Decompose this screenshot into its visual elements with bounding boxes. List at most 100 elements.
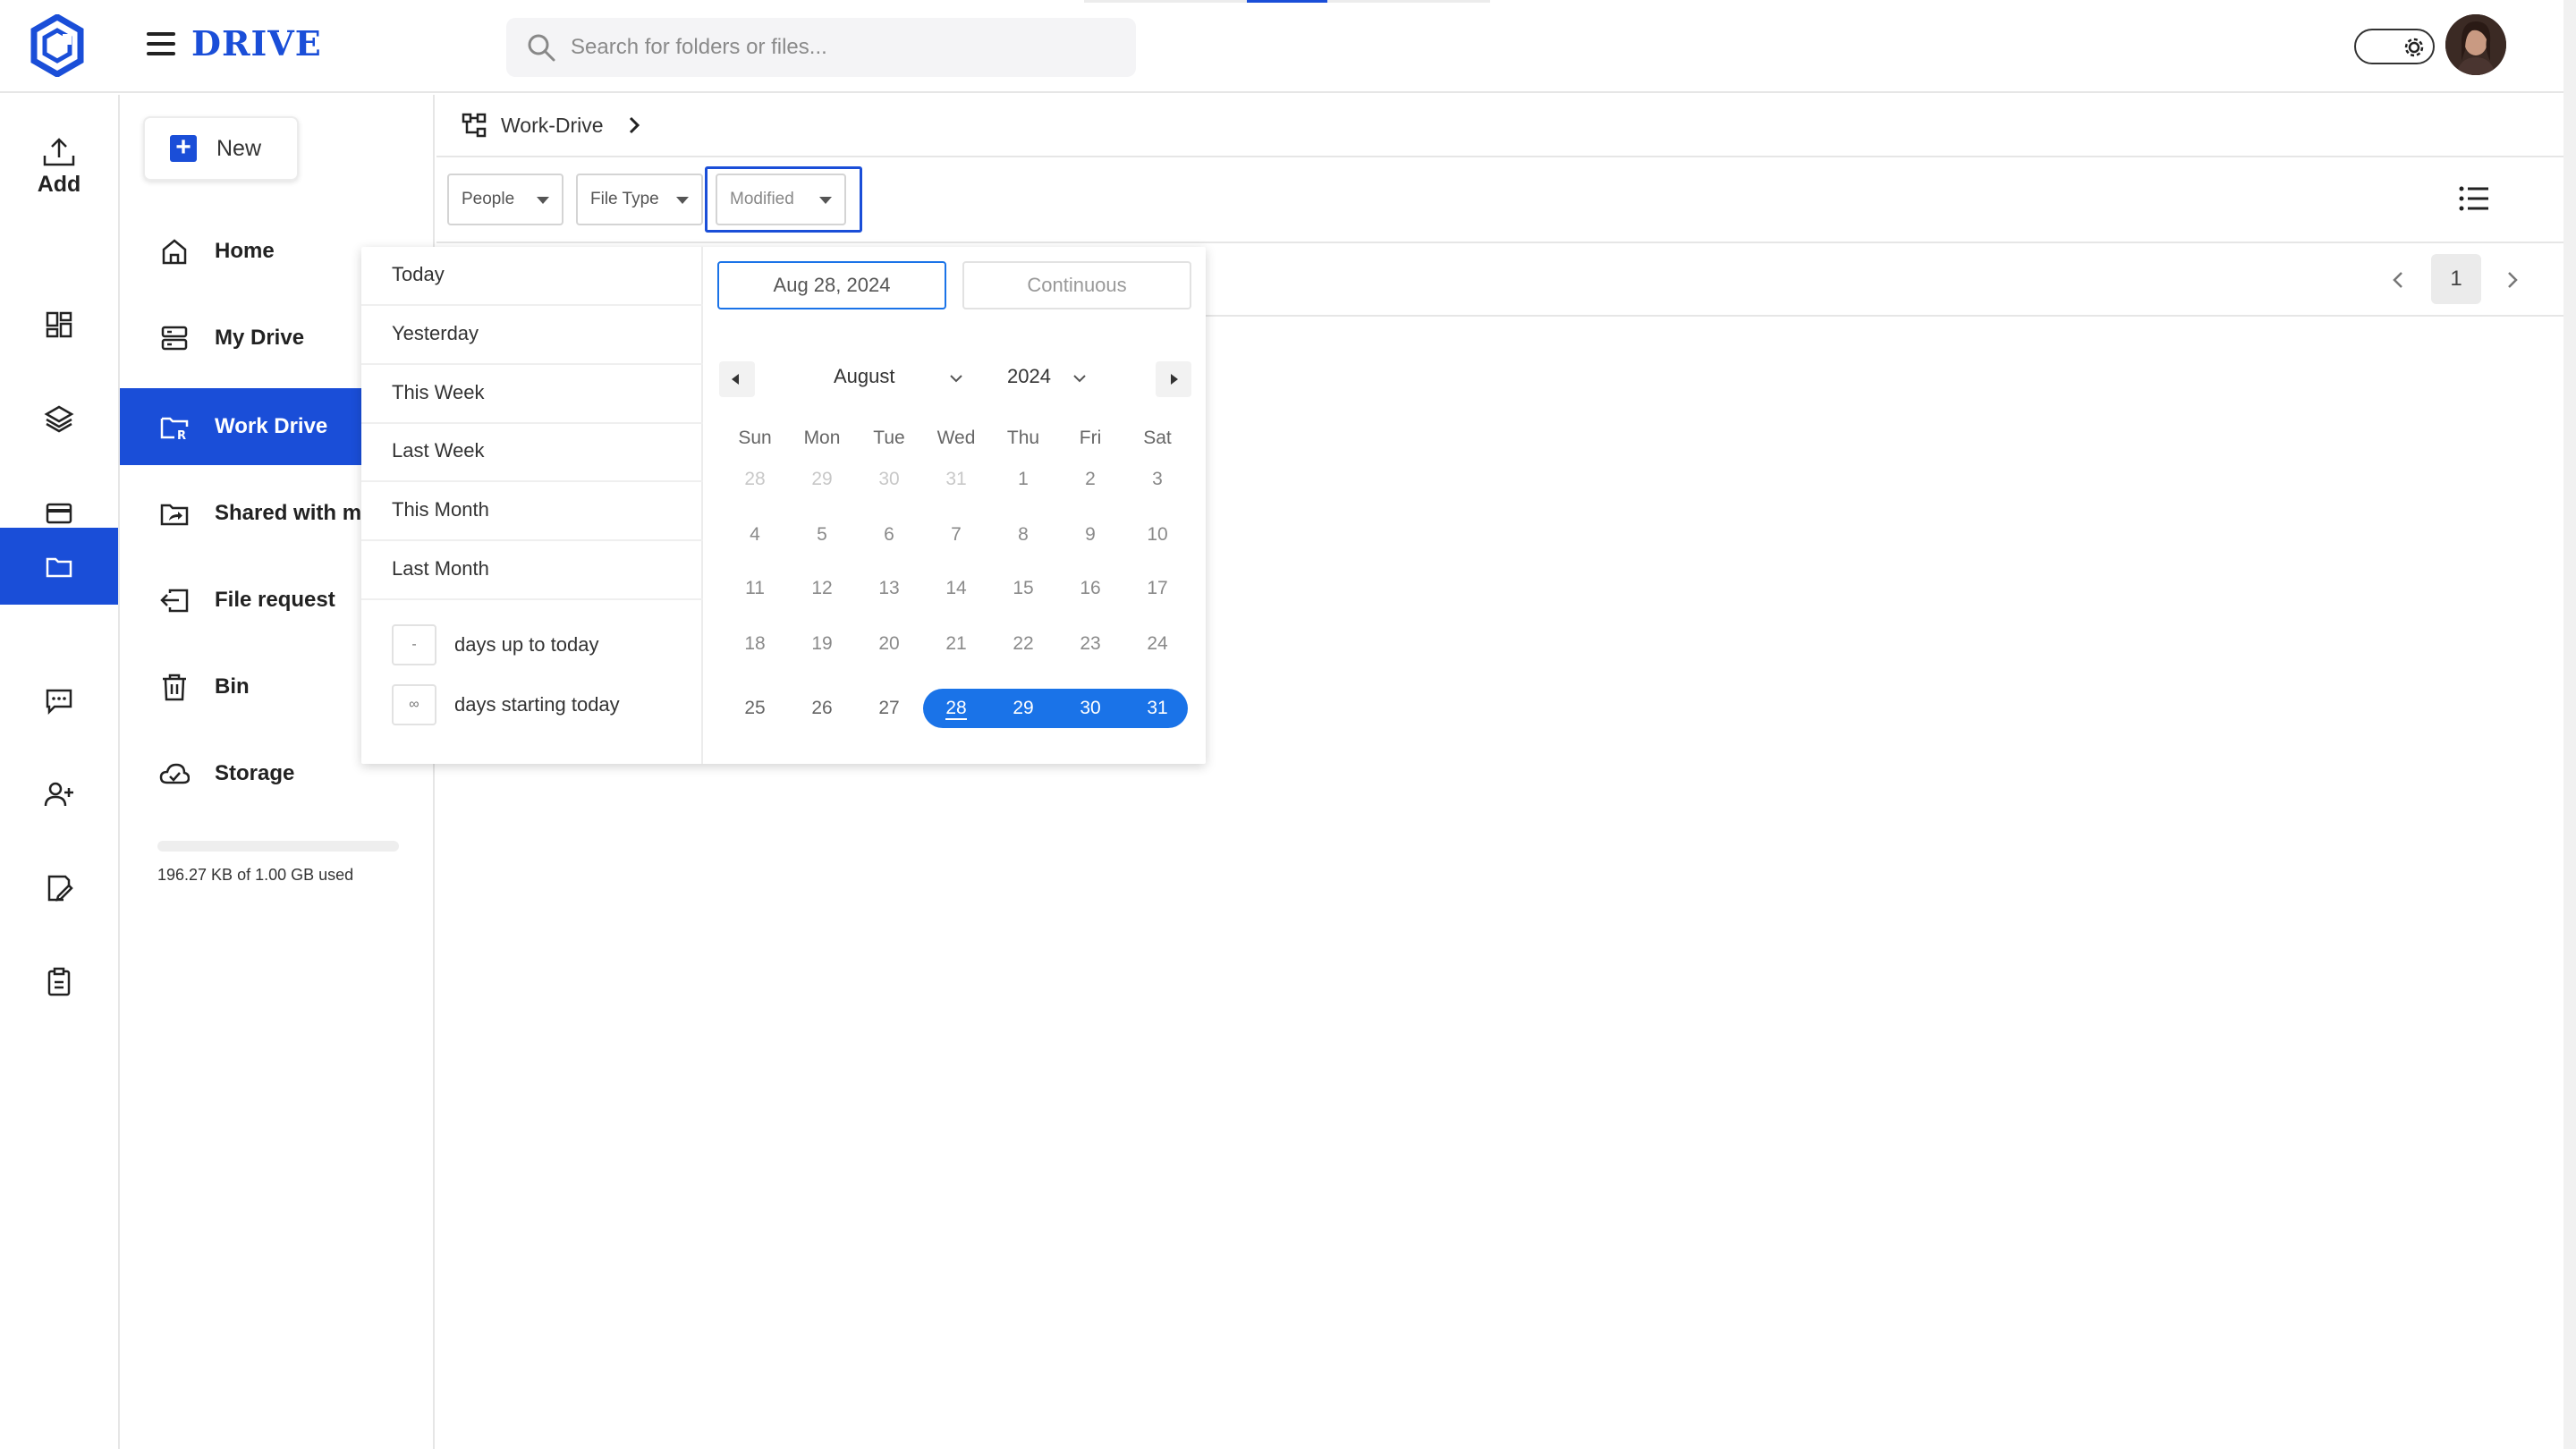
weekday-label: Sat [1143,428,1172,448]
rail-layers[interactable] [0,380,118,457]
calendar-day[interactable]: 21 [929,624,983,664]
chevron-down-icon[interactable] [948,372,964,385]
preset-today[interactable]: Today [361,247,703,306]
calendar-day[interactable]: 10 [1131,515,1184,555]
calendar-day[interactable]: 28 [728,460,782,499]
storage-progress [157,841,399,852]
days-up-label: days up to today [454,633,599,656]
calendar-day[interactable]: 5 [795,515,849,555]
calendar-day[interactable]: 25 [728,689,782,728]
calendar-day[interactable]: 3 [1131,460,1184,499]
calendar-day[interactable]: 7 [929,515,983,555]
search-bar[interactable] [506,18,1136,77]
calendar-day[interactable]: 4 [728,515,782,555]
calendar-day[interactable]: 14 [929,569,983,608]
calendar-day[interactable]: 24 [1131,624,1184,664]
page-number[interactable]: 1 [2431,254,2481,304]
calendar-day[interactable]: 18 [728,624,782,664]
rail-edit-document[interactable] [0,850,118,927]
calendar-day[interactable]: 13 [862,569,916,608]
rail-clipboard[interactable] [0,943,118,1020]
rail-add-user[interactable] [0,756,118,833]
calendar-day[interactable]: 23 [1063,624,1117,664]
add-button[interactable]: Add [0,136,118,198]
svg-text:R: R [177,429,186,442]
sidebar-item-label: Storage [215,761,295,785]
calendar-day[interactable]: 11 [728,569,782,608]
calendar-day[interactable]: 9 [1063,515,1117,555]
calendar-day[interactable]: 17 [1131,569,1184,608]
calendar-day[interactable]: 29 [996,689,1050,728]
calendar-day[interactable]: 26 [795,689,849,728]
preset-last-month[interactable]: Last Month [361,541,703,600]
file-request-icon [160,589,189,613]
month-select[interactable]: August [834,365,895,388]
caret-down-icon [537,197,549,204]
calendar-day[interactable]: 19 [795,624,849,664]
calendar-day[interactable]: 29 [795,460,849,499]
chevron-right-icon[interactable] [625,114,643,136]
end-date-input[interactable]: Continuous [962,261,1191,309]
shared-folder-icon [160,504,189,526]
sidebar-item-label: Home [215,239,275,263]
days-start-input[interactable]: ∞ [392,684,436,725]
home-icon [162,239,187,265]
days-up-input[interactable]: - [392,624,436,665]
calendar-day[interactable]: 27 [862,689,916,728]
weekday-label: Tue [873,428,905,448]
add-user-icon [44,782,73,807]
calendar-day[interactable]: 28 [929,689,983,728]
calendar-day[interactable]: 22 [996,624,1050,664]
rail-folder[interactable] [0,528,118,605]
scrollbar[interactable] [2563,0,2576,1449]
list-view-icon[interactable] [2458,184,2490,213]
breadcrumb-item[interactable]: Work-Drive [501,114,604,138]
edit-document-icon [47,875,73,902]
search-input[interactable] [571,27,1107,68]
calendar-day[interactable]: 2 [1063,460,1117,499]
menu-toggle-icon[interactable] [147,32,175,55]
folder-icon [46,557,72,578]
chevron-left-icon[interactable] [2383,265,2413,295]
app-logo-icon[interactable] [30,14,84,77]
preset-last-week[interactable]: Last Week [361,423,703,482]
preset-yesterday[interactable]: Yesterday [361,306,703,365]
calendar-day[interactable]: 8 [996,515,1050,555]
add-label: Add [37,172,81,197]
file-type-filter[interactable]: File Type [576,174,703,225]
calendar-day[interactable]: 12 [795,569,849,608]
sidebar-item-label: My Drive [215,326,305,350]
calendar-day[interactable]: 16 [1063,569,1117,608]
app-title: DRIVE [191,23,322,64]
rail-dashboard[interactable] [0,286,118,363]
chevron-down-icon[interactable] [1072,372,1088,385]
calendar-day[interactable]: 20 [862,624,916,664]
chevron-right-icon[interactable] [2497,265,2528,295]
prev-month-button[interactable] [719,361,755,397]
calendar-day[interactable]: 31 [929,460,983,499]
preset-this-week[interactable]: This Week [361,365,703,424]
triangle-right-icon [1171,374,1178,385]
preset-this-month[interactable]: This Month [361,482,703,541]
sidebar-item-work-drive[interactable]: R Work Drive [120,388,361,465]
plus-icon: + [170,134,197,162]
weekday-label: Thu [1006,428,1040,448]
calendar-day[interactable]: 15 [996,569,1050,608]
calendar-day[interactable]: 1 [996,460,1050,499]
new-label: New [216,135,262,161]
calendar-day[interactable]: 31 [1131,689,1184,728]
sidebar-item-label: Bin [215,674,250,699]
triangle-left-icon [732,374,739,385]
server-icon [161,326,188,351]
year-select[interactable]: 2024 [1007,365,1051,388]
avatar[interactable] [2445,14,2506,75]
calendar-day[interactable]: 6 [862,515,916,555]
start-date-input[interactable]: Aug 28, 2024 [717,261,946,309]
people-filter[interactable]: People [447,174,564,225]
next-month-button[interactable] [1156,361,1191,397]
calendar-day[interactable]: 30 [862,460,916,499]
theme-toggle[interactable] [2354,29,2435,64]
new-button[interactable]: + New [143,116,299,181]
rail-chat[interactable] [0,662,118,739]
calendar-day[interactable]: 30 [1063,689,1117,728]
